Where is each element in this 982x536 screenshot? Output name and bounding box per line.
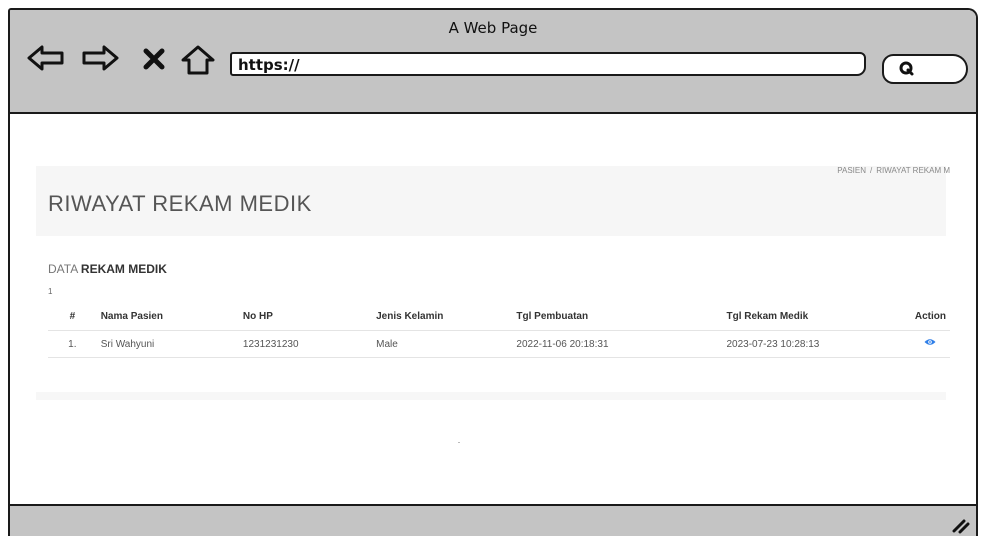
column-header-number[interactable]: # [48, 302, 97, 331]
resize-grip-icon[interactable] [950, 514, 970, 536]
cell-no-hp: 1231231230 [238, 330, 373, 358]
cell-jenis-kelamin: Male [372, 330, 513, 358]
column-header-tgl-pembuatan[interactable]: Tgl Pembuatan [512, 302, 723, 331]
cell-action [910, 330, 950, 358]
section-label-prefix: DATA [48, 262, 78, 276]
cell-tgl-rekam-medik: 2023-07-23 10:28:13 [722, 330, 911, 358]
browser-chrome: A Web Page https:// [10, 10, 976, 114]
column-header-nama-pasien[interactable]: Nama Pasien [96, 302, 239, 331]
home-icon[interactable] [180, 44, 216, 81]
stray-mark [458, 442, 460, 443]
address-bar[interactable]: https:// [230, 52, 866, 76]
back-arrow-icon[interactable] [26, 43, 66, 78]
close-x-icon[interactable] [142, 47, 166, 76]
content-footer-divider [36, 392, 946, 400]
column-header-no-hp[interactable]: No HP [238, 302, 373, 331]
window-title: A Web Page [448, 19, 538, 37]
rekam-medik-table: # Nama Pasien No HP Jenis Kelamin Tgl Pe… [48, 302, 950, 358]
section-label-bold: REKAM MEDIK [80, 262, 167, 276]
table-row: 1. Sri Wahyuni 1231231230 Male 2022-11-0… [48, 330, 950, 358]
cell-number: 1. [48, 330, 97, 358]
breadcrumb-item-pasien[interactable]: PASIEN [837, 166, 866, 175]
page-title: RIWAYAT REKAM MEDIK [48, 190, 312, 216]
search-icon [898, 60, 916, 83]
page-indicator: 1 [48, 287, 53, 296]
cell-tgl-pembuatan: 2022-11-06 20:18:31 [512, 330, 723, 358]
column-header-jenis-kelamin[interactable]: Jenis Kelamin [372, 302, 513, 331]
search-field[interactable] [882, 54, 968, 84]
cell-nama-pasien: Sri Wahyuni [96, 330, 239, 358]
column-header-tgl-rekam-medik[interactable]: Tgl Rekam Medik [722, 302, 911, 331]
status-bar [10, 504, 976, 536]
breadcrumb-separator: / [869, 166, 873, 175]
column-header-action: Action [910, 302, 950, 331]
url-text: https:// [238, 56, 300, 74]
forward-arrow-icon[interactable] [80, 43, 120, 78]
breadcrumb-item-current: RIWAYAT REKAM M [876, 166, 950, 175]
browser-window: A Web Page https:// RIWAYAT REKAM MEDIK … [8, 8, 978, 536]
table-header-row: # Nama Pasien No HP Jenis Kelamin Tgl Pe… [48, 302, 950, 331]
breadcrumb: PASIEN / RIWAYAT REKAM M [837, 166, 950, 175]
eye-icon[interactable] [924, 338, 936, 349]
section-label: DATA REKAM MEDIK [48, 262, 167, 276]
page-header: RIWAYAT REKAM MEDIK PASIEN / RIWAYAT REKAM… [36, 166, 950, 236]
